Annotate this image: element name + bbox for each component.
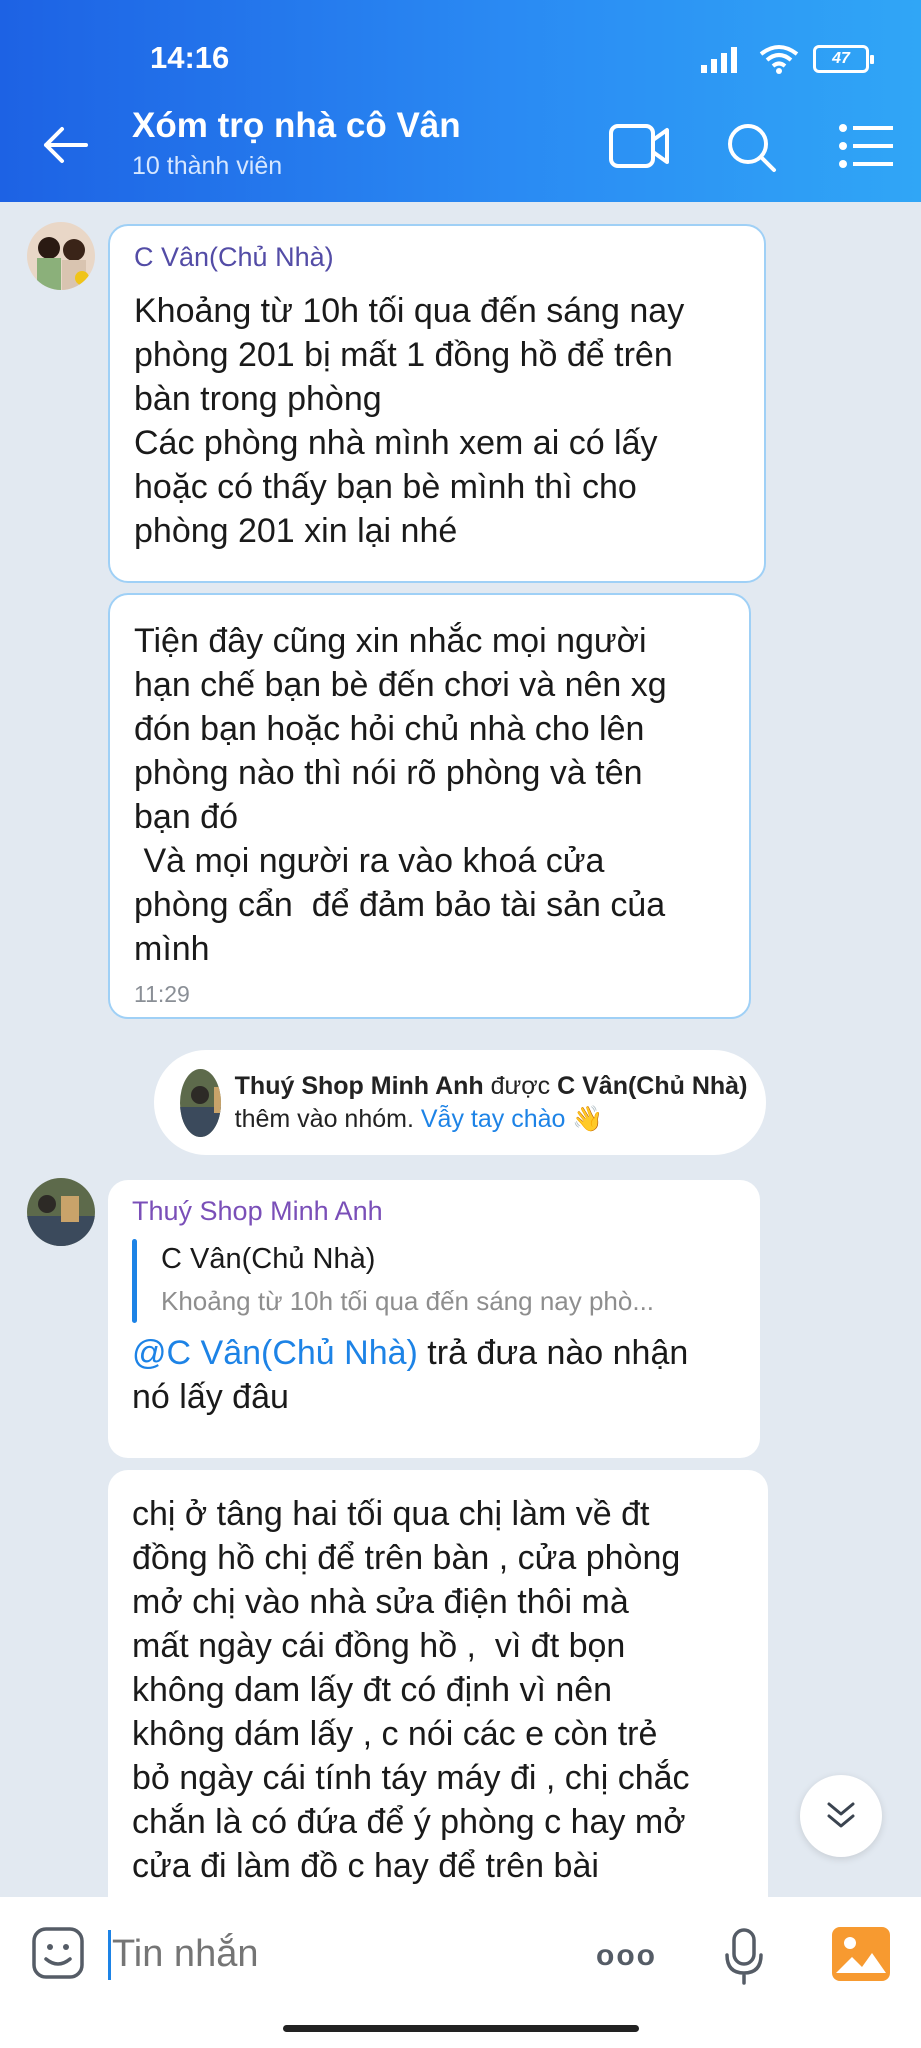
quote-sender: C Vân(Chủ Nhà) xyxy=(161,1243,376,1275)
search-icon[interactable] xyxy=(720,118,784,174)
back-arrow-icon[interactable] xyxy=(40,120,90,170)
microphone-icon[interactable] xyxy=(722,1927,766,1985)
sender-name[interactable]: Thuý Shop Minh Anh xyxy=(132,1196,736,1227)
chat-header: 14:16 47 Xóm trọ nhà cô Vân 10 thành viê… xyxy=(0,0,921,202)
member-name[interactable]: Thuý Shop Minh Anh xyxy=(235,1072,484,1100)
sticker-icon[interactable] xyxy=(30,1925,86,1981)
message-time: 11:29 xyxy=(134,981,190,1007)
sender-name[interactable]: C Vân(Chủ Nhà) xyxy=(134,242,740,273)
message-bubble[interactable]: Thuý Shop Minh Anh C Vân(Chủ Nhà) Khoảng… xyxy=(108,1180,760,1458)
message-text: chị ở tâng hai tối qua chị làm về đt đồn… xyxy=(132,1495,690,1885)
message-input[interactable] xyxy=(112,1933,582,1976)
status-icons: 47 xyxy=(701,44,874,74)
system-suffix: thêm vào nhóm. xyxy=(234,1104,421,1133)
video-call-icon[interactable] xyxy=(607,118,671,174)
avatar[interactable] xyxy=(27,1178,95,1246)
system-notice: Thuý Shop Minh Anh được C Vân(Chủ Nhà) t… xyxy=(154,1050,766,1155)
message-bubble[interactable]: Tiện đây cũng xin nhắc mọi người hạn chế… xyxy=(108,593,751,1019)
member-avatar[interactable] xyxy=(180,1068,221,1137)
message-text: Khoảng từ 10h tối qua đến sáng nay phòng… xyxy=(134,292,685,550)
system-text: Thuý Shop Minh Anh được C Vân(Chủ Nhà) t… xyxy=(235,1070,766,1136)
message-bubble[interactable]: chị ở tâng hai tối qua chị làm về đt đồn… xyxy=(108,1470,768,1910)
status-time: 14:16 xyxy=(150,40,230,75)
wave-emoji: 👋 xyxy=(572,1104,604,1133)
home-indicator[interactable] xyxy=(283,2025,639,2032)
reply-quote[interactable]: C Vân(Chủ Nhà) Khoảng từ 10h tối qua đến… xyxy=(132,1239,736,1323)
mention-link[interactable]: @C Vân(Chủ Nhà) xyxy=(132,1334,418,1372)
avatar[interactable] xyxy=(27,222,95,290)
wifi-icon xyxy=(759,45,799,74)
double-chevron-down-icon xyxy=(827,1802,855,1828)
message-bubble[interactable]: C Vân(Chủ Nhà) Khoảng từ 10h tối qua đến… xyxy=(108,224,766,583)
battery-icon: 47 xyxy=(813,45,874,73)
menu-list-icon[interactable] xyxy=(835,118,899,174)
member-count[interactable]: 10 thành viên xyxy=(132,152,282,181)
scroll-down-button[interactable] xyxy=(800,1775,882,1857)
message-text: Tiện đây cũng xin nhắc mọi người hạn chế… xyxy=(134,622,667,968)
image-gallery-icon[interactable] xyxy=(832,1927,890,1981)
message-text: @C Vân(Chủ Nhà) trả đưa nào nhận nó lấy … xyxy=(132,1331,736,1419)
wave-hello-link[interactable]: Vẫy tay chào xyxy=(421,1105,566,1133)
more-options-button[interactable]: ooo xyxy=(596,1939,657,1973)
group-title[interactable]: Xóm trọ nhà cô Vân xyxy=(132,106,461,146)
quote-text: Khoảng từ 10h tối qua đến sáng nay phò..… xyxy=(161,1286,655,1316)
quote-bar xyxy=(132,1239,137,1323)
text-cursor xyxy=(108,1930,111,1980)
signal-icon xyxy=(701,47,737,73)
system-verb: được xyxy=(483,1071,558,1100)
adder-name[interactable]: C Vân(Chủ Nhà) xyxy=(557,1072,747,1100)
